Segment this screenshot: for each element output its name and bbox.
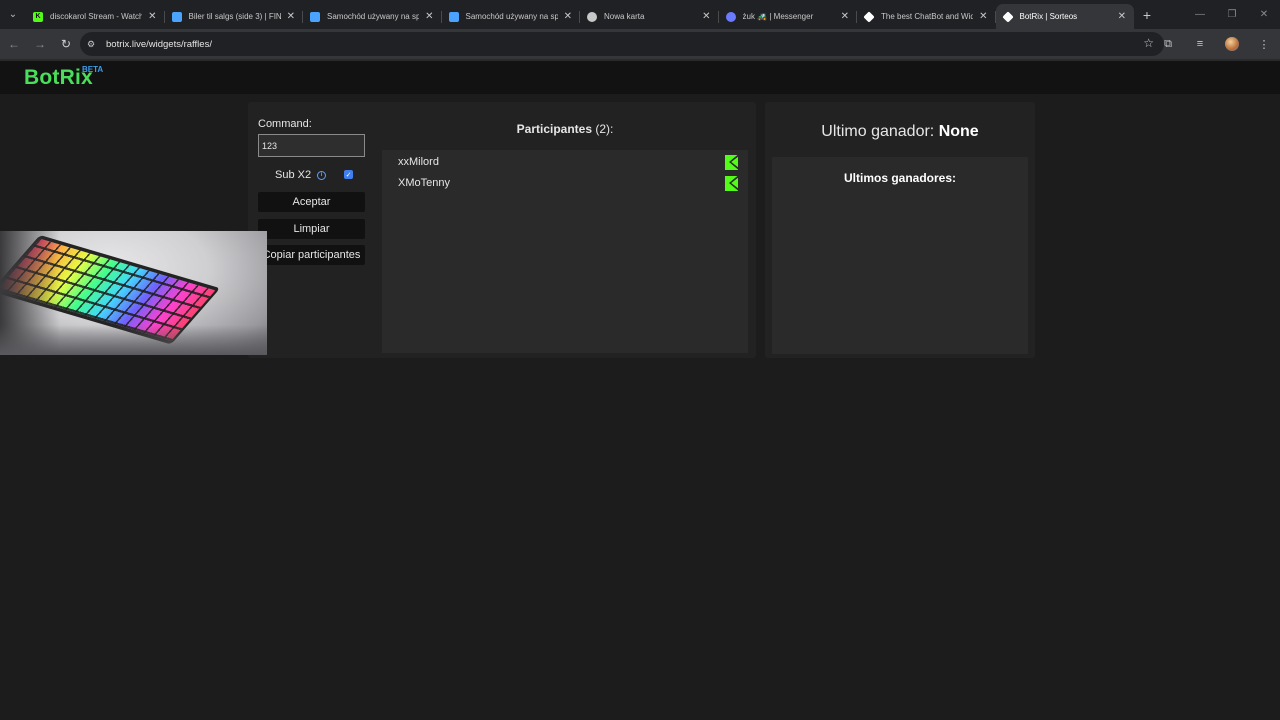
address-toolbar: ← → ↻ ⚙ botrix.live/widgets/raffles/ ☆ ⧉…	[0, 29, 1280, 59]
minimize-icon[interactable]: —	[1184, 0, 1216, 29]
tab-title: discokarol Stream - Watch	[50, 12, 143, 21]
tab-botrix-home[interactable]: The best ChatBot and Widgets ✕	[857, 4, 996, 29]
botrix-favicon-icon	[1001, 10, 1014, 23]
last-winner-label: Ultimo ganador:	[821, 123, 935, 140]
tab-title: żuk 🚜 | Messenger	[742, 12, 814, 21]
participant-name: xxMilord	[398, 156, 439, 168]
raffle-panel: Command: Sub X2 i ✓ Aceptar Limpiar Copi…	[248, 102, 756, 358]
tab-otomoto-2[interactable]: Samochód używany na sprzedaż ✕	[442, 4, 581, 29]
winners-panel: Ultimo ganador: None Ultimos ganadores:	[765, 102, 1035, 358]
chrome-favicon-icon	[587, 11, 597, 22]
sub-x2-checkbox[interactable]: ✓	[344, 170, 353, 179]
close-tab-icon[interactable]: ✕	[1118, 11, 1126, 22]
participants-section: Participantes (2): xxMilord XMoTenny	[382, 102, 748, 353]
tab-botrix-sorteos[interactable]: BotRix | Sorteos ✕	[995, 4, 1134, 29]
participants-count: (2):	[595, 122, 614, 136]
list-item: XMoTenny	[398, 175, 738, 191]
participants-title-text: Participantes	[516, 122, 593, 136]
close-tab-icon[interactable]: ✕	[979, 11, 987, 22]
botrix-favicon-icon	[863, 10, 875, 23]
media-queue-icon[interactable]: ≡	[1184, 38, 1216, 50]
webcam-overlay	[0, 231, 267, 355]
tab-title: Samochód używany na sprzedaż	[465, 12, 558, 21]
last-winner-heading: Ultimo ganador: None	[765, 123, 1035, 141]
participants-title: Participantes (2):	[382, 122, 748, 136]
tab-messenger[interactable]: żuk 🚜 | Messenger ✕	[719, 4, 858, 29]
sub-x2-label: Sub X2	[275, 169, 312, 181]
winners-list-title: Ultimos ganadores:	[843, 171, 957, 185]
tab-new-tab[interactable]: Nowa karta ✕	[580, 4, 719, 29]
tab-discokarol[interactable]: K discokarol Stream - Watch ✕	[26, 4, 165, 29]
profile-avatar[interactable]	[1225, 37, 1239, 51]
tab-otomoto-1[interactable]: Samochód używany na sprzedaż ✕	[303, 4, 442, 29]
kick-favicon-icon: K	[33, 11, 43, 22]
info-icon[interactable]: i	[317, 170, 327, 180]
last-winner-value: None	[938, 123, 979, 140]
window-controls: — ❐ ✕	[1184, 0, 1280, 29]
close-window-icon[interactable]: ✕	[1248, 0, 1280, 29]
close-tab-icon[interactable]: ✕	[287, 11, 295, 22]
winners-list-box: Ultimos ganadores:	[772, 157, 1028, 354]
command-label: Command:	[258, 118, 312, 130]
omnibox[interactable]: ⚙ botrix.live/widgets/raffles/ ☆	[80, 32, 1164, 56]
restore-icon[interactable]: ❐	[1216, 0, 1248, 29]
command-input[interactable]	[258, 134, 365, 157]
tab-title: The best ChatBot and Widgets	[881, 12, 974, 21]
forward-arrow-icon[interactable]: →	[28, 32, 52, 56]
clear-button[interactable]: Limpiar	[258, 219, 365, 239]
tab-title: Nowa karta	[604, 12, 645, 21]
participants-list: xxMilord XMoTenny	[382, 150, 748, 353]
close-tab-icon[interactable]: ✕	[841, 11, 849, 22]
close-tab-icon[interactable]: ✕	[148, 11, 156, 22]
tab-search-chevron-icon[interactable]: ⌄	[0, 0, 26, 29]
beta-badge: BETA	[82, 65, 104, 74]
kick-icon	[725, 154, 738, 170]
menu-kebab-icon[interactable]: ⋮	[1248, 38, 1280, 51]
toolbar-right: ⧉ ≡ ⋮	[1152, 29, 1280, 59]
messenger-favicon-icon	[725, 11, 736, 22]
close-tab-icon[interactable]: ✕	[564, 11, 572, 22]
webcam-shadow	[0, 325, 267, 355]
tab-strip: K discokarol Stream - Watch ✕ Biler til …	[26, 0, 1134, 29]
extensions-puzzle-icon[interactable]: ⧉	[1152, 38, 1184, 51]
otomoto-favicon-icon	[310, 11, 320, 22]
new-tab-plus-icon[interactable]: +	[1134, 0, 1160, 29]
reload-icon[interactable]: ↻	[54, 32, 78, 56]
participant-name: XMoTenny	[398, 177, 450, 189]
close-tab-icon[interactable]: ✕	[702, 11, 710, 22]
list-item: xxMilord	[398, 154, 738, 170]
tab-title: Biler til salgs (side 3) | FINN	[188, 12, 281, 21]
site-settings-icon[interactable]: ⚙	[87, 39, 99, 50]
url-text[interactable]: botrix.live/widgets/raffles/	[106, 39, 212, 50]
otomoto-favicon-icon	[448, 11, 459, 22]
tab-title: Samochód używany na sprzedaż	[327, 12, 420, 21]
finn-favicon-icon	[171, 11, 182, 22]
close-tab-icon[interactable]: ✕	[425, 11, 433, 22]
copy-participants-button[interactable]: Copiar participantes	[258, 245, 365, 265]
kick-icon	[725, 175, 738, 191]
tab-finn[interactable]: Biler til salgs (side 3) | FINN ✕	[165, 4, 304, 29]
back-arrow-icon[interactable]: ←	[2, 32, 26, 56]
accept-button[interactable]: Aceptar	[258, 192, 365, 212]
browser-tab-bar: ⌄ K discokarol Stream - Watch ✕ Biler ti…	[0, 0, 1280, 29]
site-header: BotRix BETA	[0, 59, 1280, 94]
tab-title: BotRix | Sorteos	[1019, 12, 1078, 21]
sub-x2-row: Sub X2 i ✓	[258, 167, 365, 183]
